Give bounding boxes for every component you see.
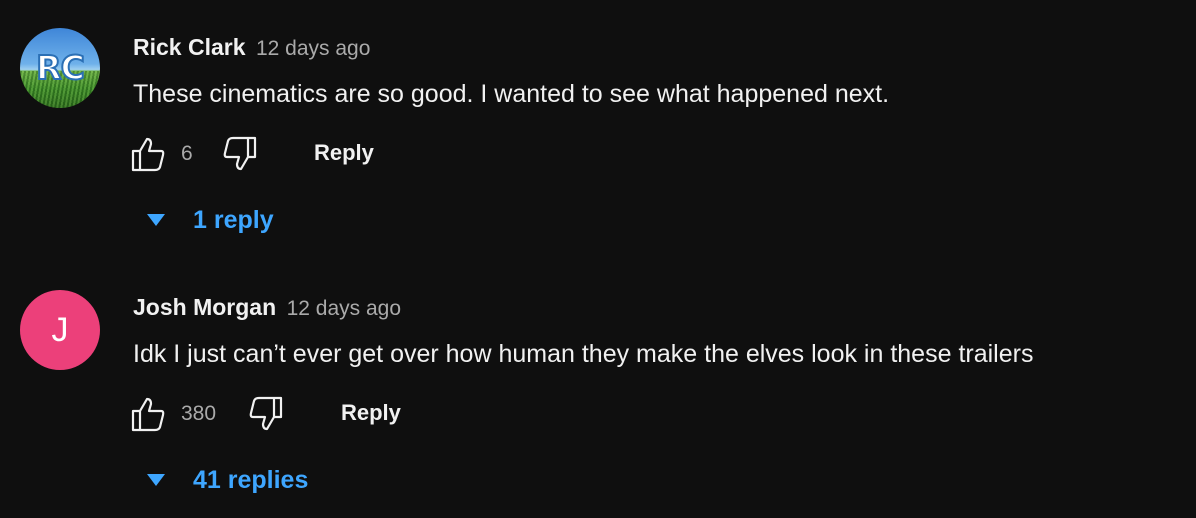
avatar[interactable]: J (20, 290, 100, 370)
thumbs-down-icon[interactable] (220, 134, 260, 174)
comments-section: RC Rick Clark 12 days ago These cinemati… (0, 0, 1196, 518)
reply-button[interactable]: Reply (341, 400, 401, 426)
caret-down-icon (147, 474, 165, 486)
reply-button[interactable]: Reply (314, 140, 374, 166)
comment-header: Rick Clark 12 days ago (133, 34, 370, 61)
comment-timestamp[interactable]: 12 days ago (287, 297, 401, 320)
comment-header: Josh Morgan 12 days ago (133, 294, 401, 321)
like-count: 380 (181, 402, 217, 425)
avatar[interactable]: RC (20, 28, 100, 108)
thumbs-down-icon[interactable] (246, 394, 286, 434)
replies-count-label: 1 reply (193, 206, 274, 234)
avatar-monogram: RC (35, 47, 86, 88)
author-name[interactable]: Josh Morgan (133, 294, 276, 320)
comment-thread: RC Rick Clark 12 days ago These cinemati… (0, 0, 1196, 259)
avatar-letter: J (51, 310, 69, 349)
comment-actions: 6 Reply (128, 134, 528, 174)
comment-thread: J Josh Morgan 12 days ago Idk I just can… (0, 260, 1196, 518)
like-count: 6 (181, 142, 193, 165)
comment-actions: 380 Reply (128, 394, 528, 434)
thumbs-up-icon[interactable] (128, 394, 168, 434)
author-name[interactable]: Rick Clark (133, 34, 246, 60)
comment-text: Idk I just can’t ever get over how human… (133, 340, 1034, 368)
comment-text: These cinematics are so good. I wanted t… (133, 80, 890, 108)
comment-timestamp[interactable]: 12 days ago (256, 37, 370, 60)
caret-down-icon (147, 214, 165, 226)
thumbs-up-icon[interactable] (128, 134, 168, 174)
replies-count-label: 41 replies (193, 466, 309, 494)
